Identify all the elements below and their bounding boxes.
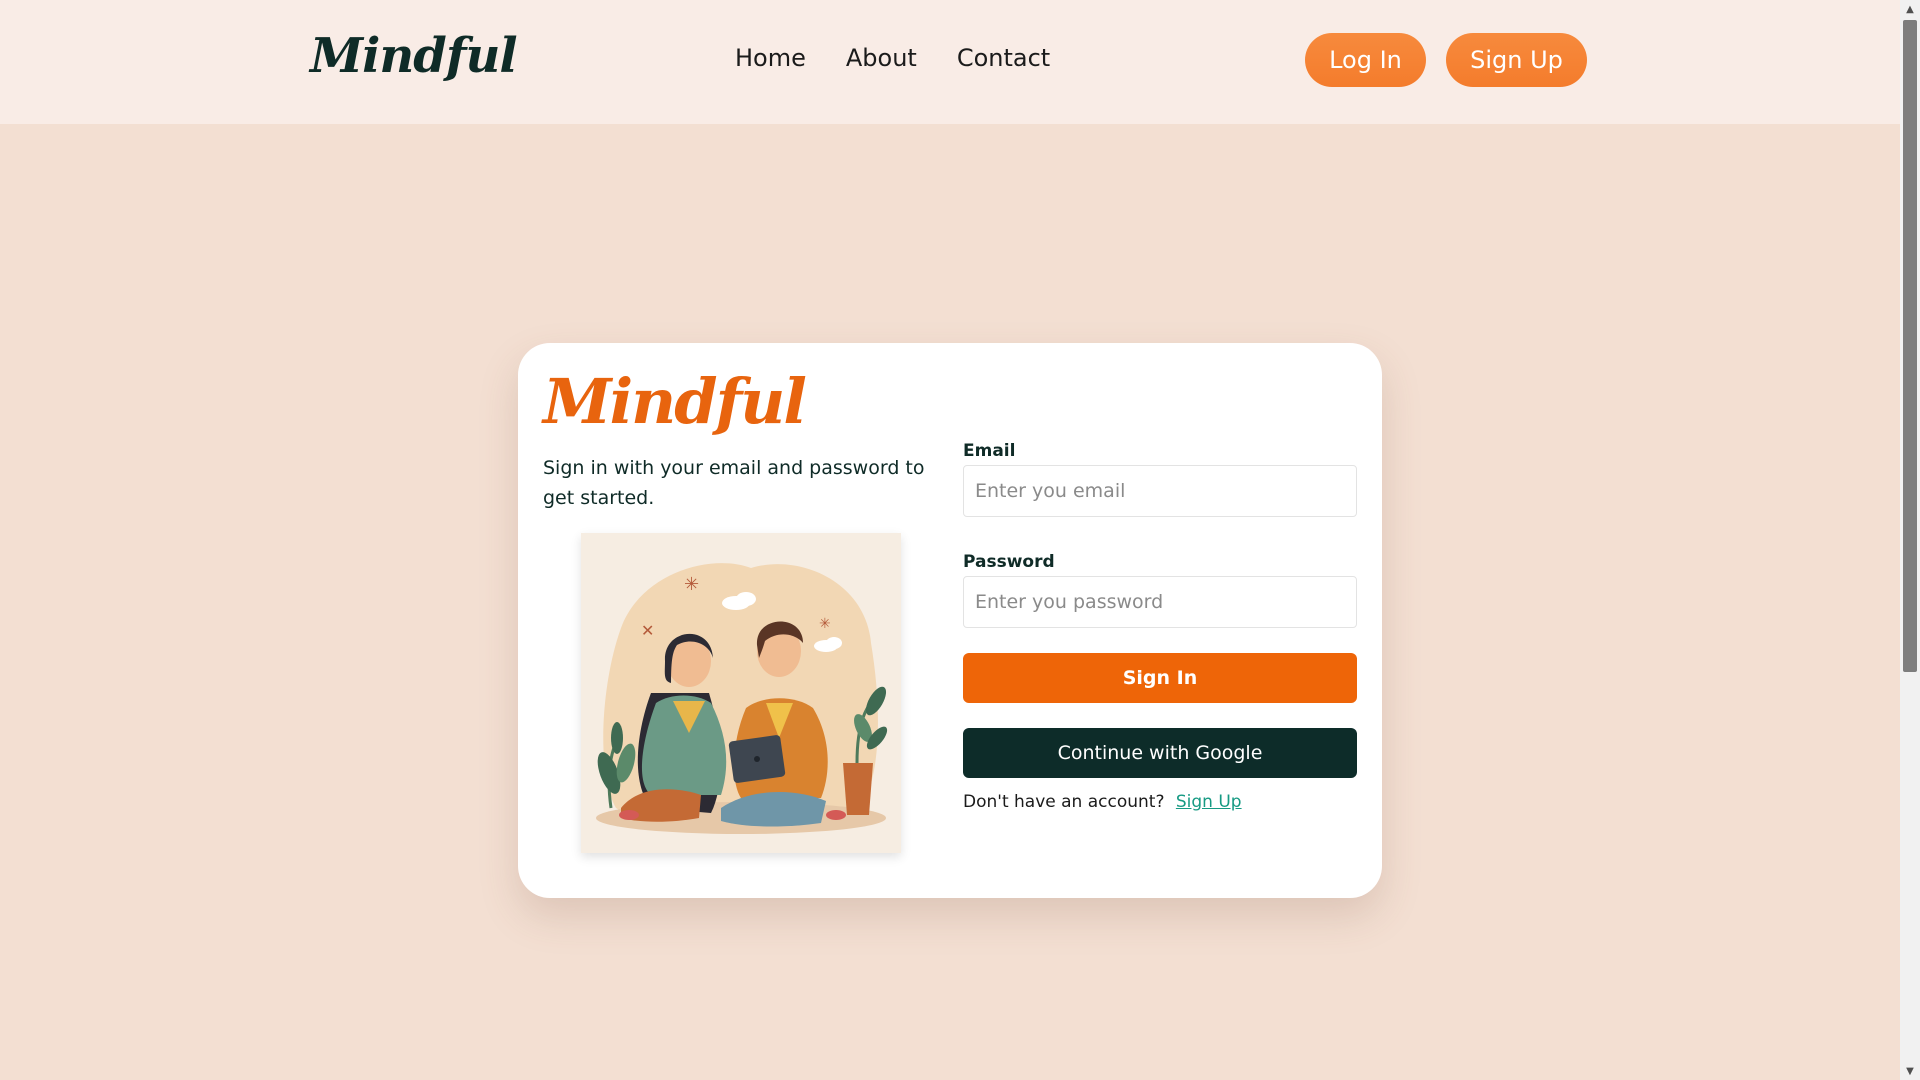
sign-in-button[interactable]: Sign In: [963, 653, 1357, 703]
login-card: Mindful Sign in with your email and pass…: [518, 343, 1382, 898]
svg-text:✳: ✳: [684, 574, 699, 595]
nav-link-contact[interactable]: Contact: [957, 44, 1050, 72]
header-login-button[interactable]: Log In: [1305, 33, 1426, 87]
scrollbar-thumb[interactable]: [1903, 20, 1917, 672]
vertical-scrollbar[interactable]: ▲ ▼: [1900, 0, 1920, 1080]
svg-text:✕: ✕: [641, 621, 654, 640]
main-nav: Home About Contact: [735, 44, 1050, 72]
header-signup-button[interactable]: Sign Up: [1446, 33, 1587, 87]
continue-with-google-button[interactable]: Continue with Google: [963, 728, 1357, 778]
card-logo: Mindful: [543, 365, 807, 438]
svg-text:✳: ✳: [819, 616, 831, 632]
scroll-up-arrow-icon[interactable]: ▲: [1900, 0, 1920, 18]
top-navigation-bar: Mindful Home About Contact Log In Sign U…: [0, 0, 1900, 124]
login-form: Email Password Sign In Continue with Goo…: [963, 441, 1357, 812]
signup-link[interactable]: Sign Up: [1176, 792, 1242, 812]
card-subtitle: Sign in with your email and password to …: [543, 457, 925, 509]
no-account-text: Don't have an account?: [963, 792, 1165, 812]
email-field[interactable]: [963, 465, 1357, 517]
password-label: Password: [963, 552, 1055, 572]
nav-link-about[interactable]: About: [846, 44, 917, 72]
scroll-down-arrow-icon[interactable]: ▼: [1900, 1062, 1920, 1080]
site-logo[interactable]: Mindful: [310, 28, 518, 84]
password-field[interactable]: [963, 576, 1357, 628]
email-label: Email: [963, 441, 1016, 461]
signup-prompt: Don't have an account? Sign Up: [963, 792, 1357, 812]
nav-link-home[interactable]: Home: [735, 44, 806, 72]
couple-with-tablet-illustration: ✳ ✕ ✳: [581, 533, 901, 853]
